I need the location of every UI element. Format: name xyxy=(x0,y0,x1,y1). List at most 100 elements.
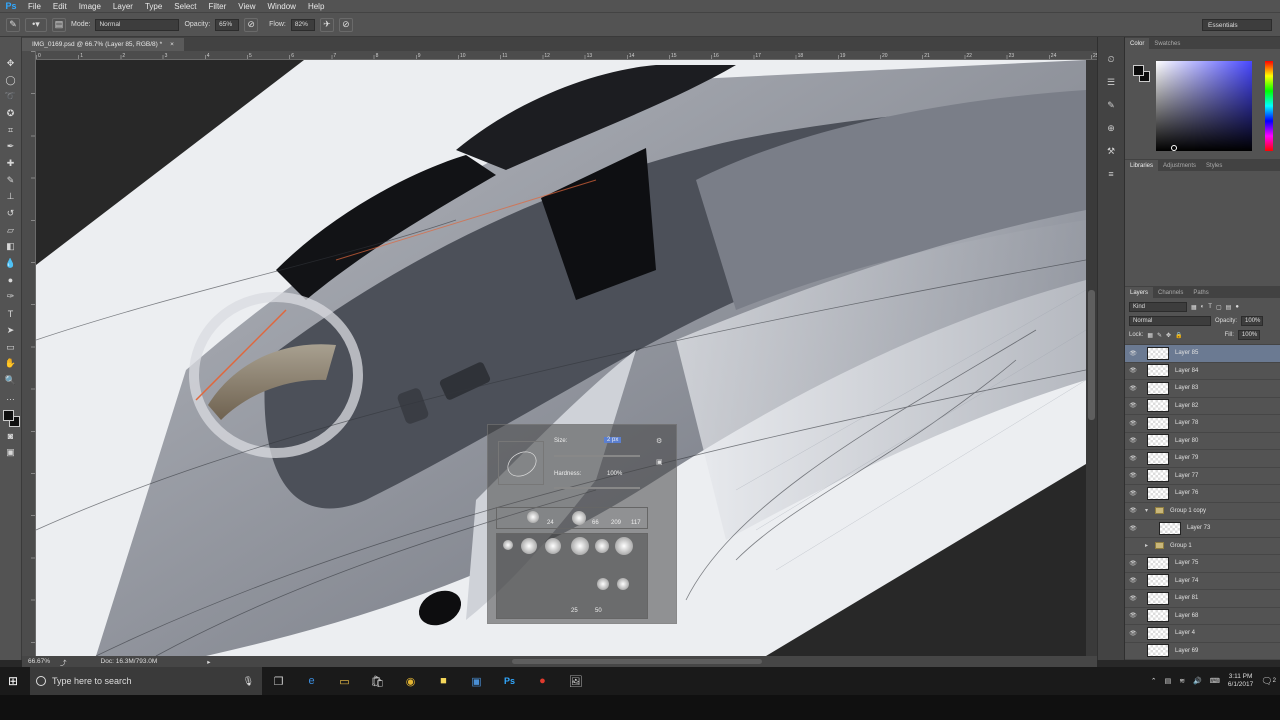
tray-chevron-icon[interactable]: ⌃ xyxy=(1151,677,1157,685)
filter-type-icon[interactable]: T xyxy=(1208,304,1212,310)
task-view-icon[interactable]: ❐ xyxy=(262,667,295,695)
tab-adjustments[interactable]: Adjustments xyxy=(1158,160,1201,171)
document-tab[interactable]: IMG_0169.psd @ 66.7% (Layer 85, RGB/8) *… xyxy=(22,38,184,51)
zoom-tool-icon[interactable]: 🔍 xyxy=(3,372,19,389)
keyboard-icon[interactable]: ⌨ xyxy=(1210,677,1220,685)
layer-opacity-input[interactable]: 100% xyxy=(1241,316,1264,326)
flow-input[interactable]: 82% xyxy=(290,18,315,31)
filter-toggle-icon[interactable]: ● xyxy=(1235,304,1239,310)
action-center-icon[interactable]: 🗨 xyxy=(1261,676,1272,687)
lasso-tool-icon[interactable]: ➰ xyxy=(3,88,19,105)
filter-shape-icon[interactable]: ▢ xyxy=(1216,304,1222,311)
brush-preset-size-1[interactable]: 24 xyxy=(547,520,554,526)
tab-styles[interactable]: Styles xyxy=(1201,160,1227,171)
document-canvas[interactable]: Size: 2 px ⚙ ▣ Hardness: 100% 24 66 209 … xyxy=(36,60,1086,656)
blend-mode-select[interactable]: Normal xyxy=(1129,316,1211,326)
visibility-eye-icon[interactable]: 👁 xyxy=(1125,437,1141,444)
crop-tool-icon[interactable]: ⌗ xyxy=(3,122,19,139)
chrome-icon[interactable]: ◉ xyxy=(394,667,427,695)
app-window-icon[interactable]: ▣ xyxy=(460,667,493,695)
tool-presets-panel-icon[interactable]: ⚒ xyxy=(1103,143,1119,159)
toggle-brush-panel-icon[interactable]: ▤ xyxy=(52,17,66,32)
menu-image[interactable]: Image xyxy=(73,2,107,11)
filter-smart-object-icon[interactable]: ▤ xyxy=(1226,304,1232,311)
gradient-tool-icon[interactable]: ◧ xyxy=(3,239,19,256)
layer-row[interactable]: 👁 Layer 84 xyxy=(1125,363,1280,380)
screen-mode-icon[interactable]: ▣ xyxy=(3,444,19,461)
pen-tool-icon[interactable]: ✑ xyxy=(3,289,19,306)
healing-brush-tool-icon[interactable]: ✚ xyxy=(3,155,19,172)
lock-image-icon[interactable]: ✎ xyxy=(1157,332,1162,339)
pressure-size-icon[interactable]: ⊘ xyxy=(338,17,353,32)
layer-filter-select[interactable]: Kind xyxy=(1129,302,1187,312)
group-expand-caret-icon[interactable]: ▸ xyxy=(1145,542,1153,549)
menu-help[interactable]: Help xyxy=(302,2,330,11)
clone-stamp-tool-icon[interactable]: ⊥ xyxy=(3,189,19,206)
brush-preset-picker-button[interactable]: •▾ xyxy=(25,17,47,32)
mode-select[interactable]: Normal xyxy=(95,18,180,31)
menu-filter[interactable]: Filter xyxy=(203,2,233,11)
layer-row[interactable]: Layer 69 xyxy=(1125,643,1280,660)
menu-layer[interactable]: Layer xyxy=(107,2,139,11)
lock-position-icon[interactable]: ✥ xyxy=(1166,332,1171,339)
visibility-eye-icon[interactable]: 👁 xyxy=(1125,420,1141,427)
vertical-scrollbar[interactable] xyxy=(1086,60,1097,656)
workspace-switcher[interactable]: Essentials xyxy=(1202,19,1272,31)
brush-hardness-slider[interactable] xyxy=(554,487,640,489)
tab-channels[interactable]: Channels xyxy=(1153,287,1188,298)
brush-hardness-input[interactable]: 100% xyxy=(604,471,625,477)
microphone-icon[interactable]: 🎙 xyxy=(243,676,254,687)
record-app-icon[interactable]: ● xyxy=(526,667,559,695)
brush-preset-size-5[interactable]: 117 xyxy=(631,520,641,526)
history-panel-icon[interactable]: ⏲ xyxy=(1103,51,1119,67)
dodge-tool-icon[interactable]: ● xyxy=(3,272,19,289)
brush-preset-grid[interactable]: 25 50 xyxy=(496,533,648,619)
vertical-scroll-thumb[interactable] xyxy=(1088,290,1095,420)
layer-row[interactable]: 👁 Layer 4 xyxy=(1125,625,1280,643)
tab-libraries[interactable]: Libraries xyxy=(1125,160,1159,171)
saturation-brightness-field[interactable] xyxy=(1156,61,1252,151)
lock-transparency-icon[interactable]: ▦ xyxy=(1147,332,1153,339)
foreground-background-swatches[interactable] xyxy=(2,409,20,428)
airbrush-icon[interactable]: ✈ xyxy=(319,17,334,32)
layer-row[interactable]: 👁 Layer 81 xyxy=(1125,590,1280,608)
menu-window[interactable]: Window xyxy=(262,2,302,11)
zoom-level[interactable]: 66.67% xyxy=(28,658,50,665)
quick-mask-icon[interactable]: ◙ xyxy=(3,427,19,444)
menu-select[interactable]: Select xyxy=(168,2,202,11)
share-icon[interactable]: ⤴ xyxy=(60,657,67,667)
layer-group-row[interactable]: ▸ Group 1 xyxy=(1125,538,1280,555)
visibility-eye-icon[interactable]: 👁 xyxy=(1125,455,1141,462)
brush-preset-size-3[interactable]: 66 xyxy=(592,520,599,526)
adjustments-panel-icon[interactable]: ≡ xyxy=(1103,166,1119,182)
visibility-eye-icon[interactable]: 👁 xyxy=(1125,630,1141,637)
network-icon[interactable]: ▤ xyxy=(1165,677,1172,685)
tab-color[interactable]: Color xyxy=(1125,38,1150,49)
brush-size-slider[interactable] xyxy=(554,455,640,457)
quick-selection-tool-icon[interactable]: ✪ xyxy=(3,105,19,122)
move-tool-icon[interactable]: ✥ xyxy=(3,55,19,72)
group-expand-caret-icon[interactable]: ▾ xyxy=(1145,507,1153,514)
color-picker-cursor[interactable] xyxy=(1171,145,1177,151)
layer-row[interactable]: 👁 Layer 85 xyxy=(1125,345,1280,363)
brush-settings-gear-icon[interactable]: ⚙ xyxy=(656,437,662,445)
eyedropper-tool-icon[interactable]: ✒ xyxy=(3,138,19,155)
layer-fill-input[interactable]: 100% xyxy=(1237,330,1260,340)
brush-preset-size-4[interactable]: 209 xyxy=(611,520,621,526)
layer-row[interactable]: 👁 Layer 82 xyxy=(1125,398,1280,415)
filter-pixel-icon[interactable]: ▦ xyxy=(1191,304,1197,311)
menu-type[interactable]: Type xyxy=(139,2,168,11)
history-brush-tool-icon[interactable]: ↺ xyxy=(3,205,19,222)
file-explorer-icon[interactable]: ▭ xyxy=(328,667,361,695)
wifi-icon[interactable]: ≋ xyxy=(1179,677,1185,685)
visibility-eye-icon[interactable]: 👁 xyxy=(1125,472,1141,479)
visibility-eye-icon[interactable]: 👁 xyxy=(1125,507,1141,514)
pressure-opacity-icon[interactable]: ⊘ xyxy=(244,17,259,32)
visibility-eye-icon[interactable]: 👁 xyxy=(1125,525,1141,532)
layer-row[interactable]: 👁 Layer 77 xyxy=(1125,468,1280,485)
blur-tool-icon[interactable]: 💧 xyxy=(3,255,19,272)
layer-row[interactable]: 👁 Layer 68 xyxy=(1125,608,1280,625)
tab-swatches[interactable]: Swatches xyxy=(1149,38,1185,49)
layer-row[interactable]: 👁 Layer 76 xyxy=(1125,485,1280,503)
layer-row[interactable]: 👁 Layer 73 xyxy=(1125,520,1280,538)
